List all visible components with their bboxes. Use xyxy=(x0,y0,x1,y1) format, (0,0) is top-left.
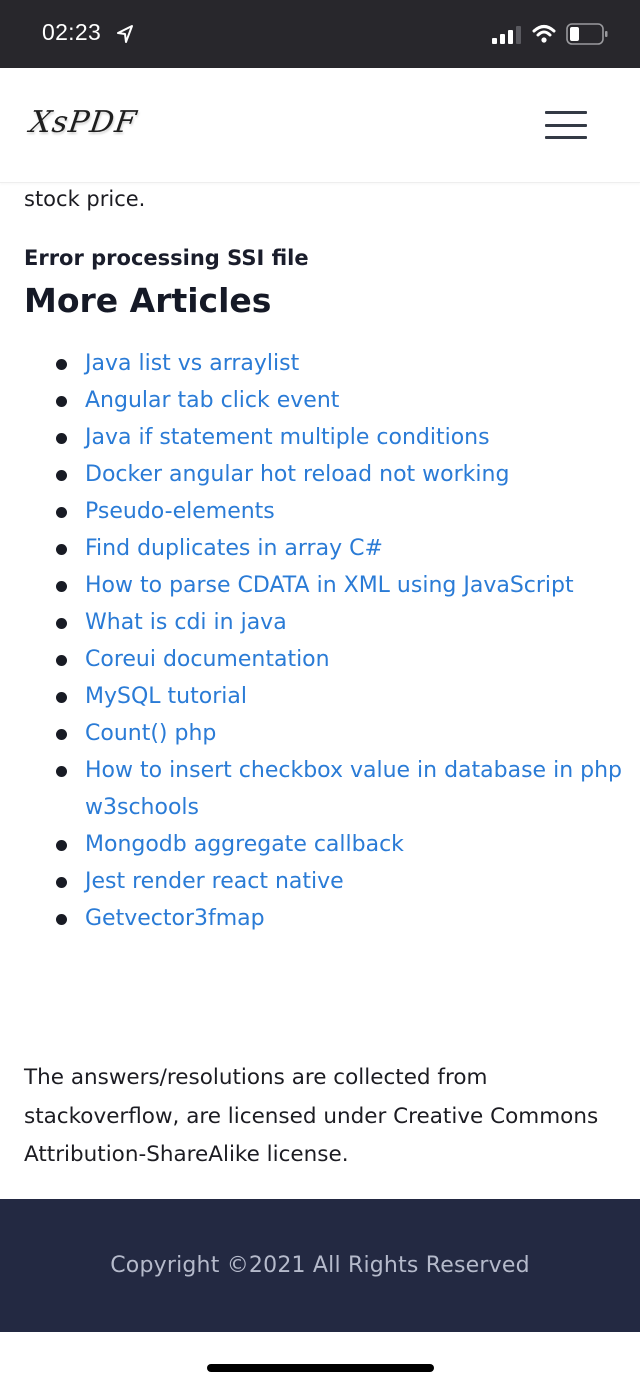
article-link[interactable]: Count() php xyxy=(85,721,216,746)
article-link[interactable]: Angular tab click event xyxy=(85,388,339,413)
article-link[interactable]: What is cdi in java xyxy=(85,610,287,635)
list-item: Jest render react native xyxy=(24,863,624,900)
article-link[interactable]: Jest render react native xyxy=(85,869,344,894)
home-indicator[interactable] xyxy=(207,1364,434,1372)
article-link[interactable]: Mongodb aggregate callback xyxy=(85,832,404,857)
list-item: Count() php xyxy=(24,715,624,752)
site-footer: Copyright ©2021 All Rights Reserved xyxy=(0,1199,640,1332)
status-time: 02:23 xyxy=(42,19,102,45)
bullet-icon xyxy=(56,618,67,629)
article-list: Java list vs arraylist Angular tab click… xyxy=(24,345,624,937)
site-logo[interactable]: XsPDF xyxy=(28,105,140,140)
article-link[interactable]: Java if statement multiple conditions xyxy=(85,425,490,450)
bullet-icon xyxy=(56,507,67,518)
article-link[interactable]: MySQL tutorial xyxy=(85,684,247,709)
copyright-text: Copyright ©2021 All Rights Reserved xyxy=(110,1253,530,1278)
bullet-icon xyxy=(56,470,67,481)
article-link[interactable]: Pseudo-elements xyxy=(85,499,275,524)
list-item: Mongodb aggregate callback xyxy=(24,826,624,863)
status-bar: 02:23 xyxy=(0,0,640,68)
bullet-icon xyxy=(56,396,67,407)
bullet-icon xyxy=(56,581,67,592)
article-link[interactable]: Getvector3fmap xyxy=(85,906,265,931)
list-item: How to parse CDATA in XML using JavaScri… xyxy=(24,567,624,604)
intro-text: stock price. xyxy=(24,187,146,211)
site-header: XsPDF xyxy=(0,68,640,183)
list-item: Find duplicates in array C# xyxy=(24,530,624,567)
hamburger-menu-button[interactable] xyxy=(544,108,588,142)
list-item: Getvector3fmap xyxy=(24,900,624,937)
bullet-icon xyxy=(56,914,67,925)
battery-icon xyxy=(566,23,608,45)
list-item: Java list vs arraylist xyxy=(24,345,624,382)
list-item: Java if statement multiple conditions xyxy=(24,419,624,456)
bullet-icon xyxy=(56,544,67,555)
list-item: How to insert checkbox value in database… xyxy=(24,752,624,826)
article-link[interactable]: Java list vs arraylist xyxy=(85,351,299,376)
wifi-icon xyxy=(532,25,556,43)
bullet-icon xyxy=(56,877,67,888)
cellular-signal-icon xyxy=(492,26,521,44)
bullet-icon xyxy=(56,359,67,370)
article-link[interactable]: Coreui documentation xyxy=(85,647,330,672)
list-item: Coreui documentation xyxy=(24,641,624,678)
article-link[interactable]: Docker angular hot reload not working xyxy=(85,462,509,487)
article-link[interactable]: How to parse CDATA in XML using JavaScri… xyxy=(85,573,574,598)
bullet-icon xyxy=(56,655,67,666)
hamburger-menu-icon-bar xyxy=(545,123,587,127)
bullet-icon xyxy=(56,692,67,703)
bullet-icon xyxy=(56,729,67,740)
hamburger-menu-icon-bar xyxy=(545,136,587,139)
bullet-icon xyxy=(56,840,67,851)
list-item: What is cdi in java xyxy=(24,604,624,641)
main-content: stock price. Error processing SSI file M… xyxy=(24,183,624,937)
ssi-error-message: Error processing SSI file xyxy=(24,246,309,270)
location-arrow-icon xyxy=(117,25,133,43)
bullet-icon xyxy=(56,766,67,777)
license-notice: The answers/resolutions are collected fr… xyxy=(24,1065,599,1167)
article-link[interactable]: How to insert checkbox value in database… xyxy=(85,758,622,820)
article-link[interactable]: Find duplicates in array C# xyxy=(85,536,383,561)
more-articles-heading: More Articles xyxy=(24,281,272,320)
bullet-icon xyxy=(56,433,67,444)
hamburger-menu-icon-bar xyxy=(545,111,587,114)
list-item: MySQL tutorial xyxy=(24,678,624,715)
list-item: Docker angular hot reload not working xyxy=(24,456,624,493)
list-item: Pseudo-elements xyxy=(24,493,624,530)
list-item: Angular tab click event xyxy=(24,382,624,419)
